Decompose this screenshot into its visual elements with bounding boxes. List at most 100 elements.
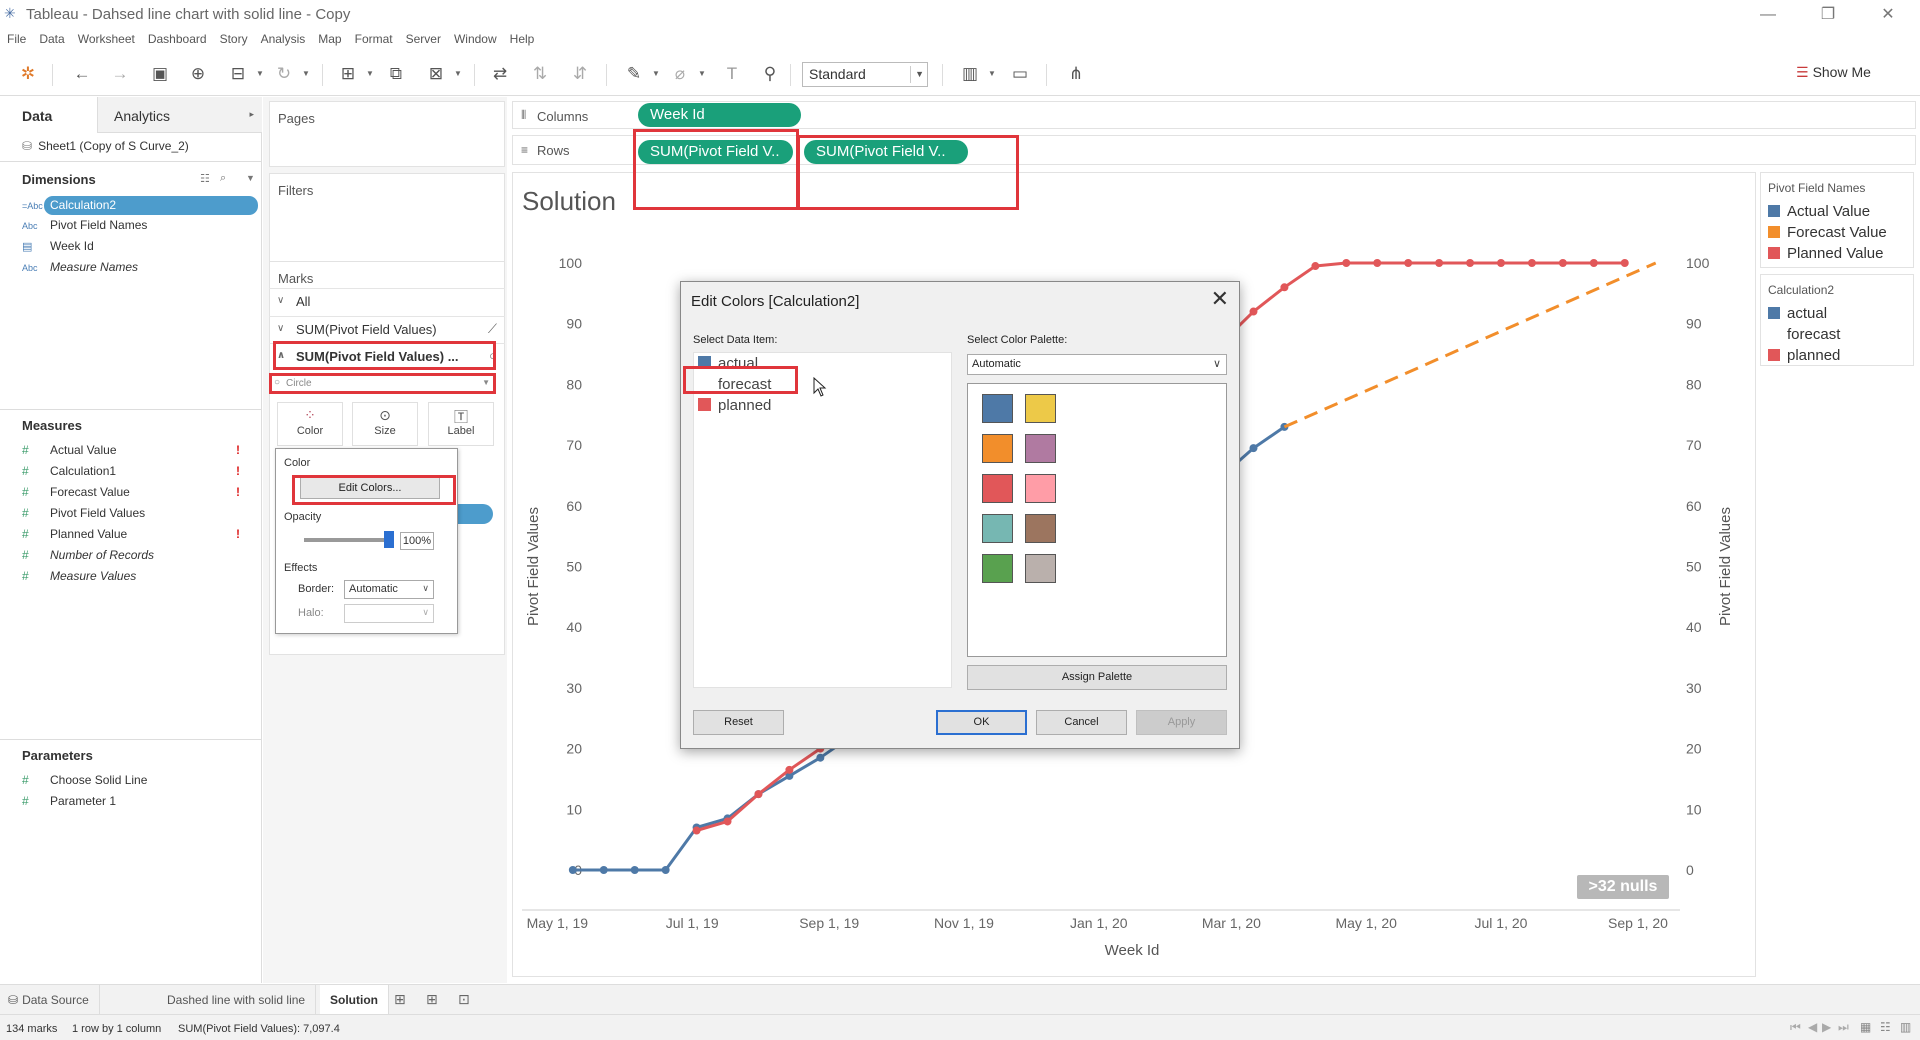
pause-dropdown-icon[interactable]: ▼ <box>256 62 266 86</box>
legend-item-forecast[interactable]: forecast <box>1768 326 1840 343</box>
swatch-1[interactable] <box>1025 394 1056 423</box>
menu-help[interactable]: Help <box>503 30 541 46</box>
fit-select[interactable]: Standard ▼ <box>802 62 928 87</box>
tab-data[interactable]: Data <box>0 97 98 133</box>
list-view-icon[interactable]: ☷ <box>1880 1020 1891 1034</box>
field-calculation2-selected[interactable]: Calculation2 <box>44 196 258 215</box>
swap-icon[interactable]: ⇄ <box>488 62 512 86</box>
param-choose-solid-line[interactable]: # Choose Solid Line <box>22 773 147 791</box>
labels-icon[interactable]: T <box>720 62 744 86</box>
pane-menu-icon[interactable]: ▸ <box>249 109 254 120</box>
swatch-2[interactable] <box>982 434 1013 463</box>
filmstrip-view-icon[interactable]: ▥ <box>1900 1020 1911 1034</box>
new-datasource-icon[interactable]: ⊕ <box>186 62 210 86</box>
legend-item-actual[interactable]: actual <box>1768 305 1827 322</box>
swatch-6[interactable] <box>982 514 1013 543</box>
nav-prev-icon[interactable]: ◀ <box>1808 1020 1817 1034</box>
field-measure-values[interactable]: # Measure Values <box>22 569 136 587</box>
highlight-dropdown-icon[interactable]: ▼ <box>652 62 662 86</box>
rows-pill-sum-2[interactable]: SUM(Pivot Field V.. <box>804 140 968 164</box>
new-dashboard-icon[interactable]: ⊞ <box>426 991 438 1008</box>
label-button[interactable]: 🅃 Label <box>428 402 494 446</box>
legend-item-actual-value[interactable]: Actual Value <box>1768 203 1870 220</box>
search-icon[interactable]: ⌕ <box>220 172 226 185</box>
menu-worksheet[interactable]: Worksheet <box>71 30 141 46</box>
duplicate-icon[interactable]: ⧉ <box>384 62 408 86</box>
marks-sum-row-1[interactable]: ∨ SUM(Pivot Field Values) ⟋ <box>269 316 505 342</box>
field-number-of-records[interactable]: # Number of Records <box>22 548 154 566</box>
clear-sheet-icon[interactable]: ⊠ <box>424 62 448 86</box>
size-button[interactable]: ⊙ Size <box>352 402 418 446</box>
field-pivot-field-values[interactable]: # Pivot Field Values <box>22 506 145 524</box>
datasource-item[interactable]: ⛁ Sheet1 (Copy of S Curve_2) <box>22 139 189 153</box>
swatch-9[interactable] <box>1025 554 1056 583</box>
menu-server[interactable]: Server <box>399 30 447 46</box>
opacity-input[interactable]: 100% <box>400 532 434 550</box>
field-week-id[interactable]: ▤ Week Id <box>22 239 94 257</box>
param-parameter-1[interactable]: # Parameter 1 <box>22 794 116 812</box>
close-icon[interactable]: ✕ <box>1868 2 1908 28</box>
palette-select[interactable]: Automatic ∨ <box>967 354 1227 375</box>
tab-data-source[interactable]: ⛁ Data Source <box>0 985 100 1014</box>
field-measure-names[interactable]: Abc Measure Names <box>22 260 138 278</box>
save-icon[interactable]: ▣ <box>148 62 172 86</box>
halo-select[interactable]: ∨ <box>344 604 434 623</box>
marks-sum-row-2[interactable]: ∧ SUM(Pivot Field Values) ... ○ <box>269 343 505 369</box>
edit-colors-button[interactable]: Edit Colors... <box>300 477 440 499</box>
opacity-slider[interactable] <box>304 531 394 548</box>
minimize-icon[interactable]: — <box>1748 2 1788 28</box>
cards-dropdown-icon[interactable]: ▼ <box>988 62 998 86</box>
reset-button[interactable]: Reset <box>693 710 784 735</box>
view-as-list-icon[interactable]: ☷ <box>200 172 210 185</box>
tab-analytics[interactable]: Analytics ▸ <box>98 97 262 132</box>
data-item-list[interactable]: actual forecast planned <box>693 352 952 688</box>
new-worksheet-icon[interactable]: ⊞ <box>394 991 406 1008</box>
menu-format[interactable]: Format <box>348 30 399 46</box>
tab-solution[interactable]: Solution <box>320 985 389 1014</box>
legend-item-forecast-value[interactable]: Forecast Value <box>1768 224 1887 241</box>
menu-window[interactable]: Window <box>447 30 503 46</box>
new-worksheet-dropdown-icon[interactable]: ▼ <box>366 62 376 86</box>
refresh-dropdown-icon[interactable]: ▼ <box>302 62 312 86</box>
swatch-4[interactable] <box>982 474 1013 503</box>
nav-first-icon[interactable]: ⏮ <box>1790 1020 1801 1035</box>
highlight-icon[interactable]: ✎ <box>622 62 646 86</box>
menu-dashboard[interactable]: Dashboard <box>141 30 213 46</box>
nulls-indicator[interactable]: >32 nulls <box>1577 875 1669 899</box>
dimensions-menu-icon[interactable]: ▼ <box>246 173 255 183</box>
apply-button[interactable]: Apply <box>1136 710 1227 735</box>
field-planned-value[interactable]: # Planned Value! <box>22 527 240 545</box>
pages-shelf[interactable]: Pages <box>269 101 505 167</box>
marks-all-row[interactable]: ∨ All <box>269 288 505 314</box>
assign-palette-button[interactable]: Assign Palette <box>967 665 1227 690</box>
nav-last-icon[interactable]: ⏭ <box>1838 1020 1849 1035</box>
border-select[interactable]: Automatic ∨ <box>344 580 434 599</box>
field-pivot-field-names[interactable]: Abc Pivot Field Names <box>22 218 147 236</box>
menu-data[interactable]: Data <box>32 30 70 46</box>
swatch-8[interactable] <box>982 554 1013 583</box>
legend-item-planned[interactable]: planned <box>1768 347 1840 364</box>
columns-pill-week-id[interactable]: Week Id <box>638 103 801 127</box>
presentation-icon[interactable]: ▭ <box>1008 62 1032 86</box>
tab-dashed-line-with-solid-line[interactable]: Dashed line with solid line <box>157 985 317 1014</box>
new-worksheet-icon[interactable]: ⊞ <box>336 62 360 86</box>
field-actual-value[interactable]: # Actual Value! <box>22 443 240 461</box>
grid-view-icon[interactable]: ▦ <box>1860 1020 1871 1034</box>
swatch-0[interactable] <box>982 394 1013 423</box>
cancel-button[interactable]: Cancel <box>1036 710 1127 735</box>
nav-next-icon[interactable]: ▶ <box>1822 1020 1831 1034</box>
share-icon[interactable]: ⋔ <box>1064 62 1088 86</box>
marks-pill-partial[interactable] <box>455 504 493 524</box>
undo-icon[interactable]: ← <box>70 62 94 86</box>
tableau-home-icon[interactable]: ✲ <box>16 62 40 86</box>
menu-story[interactable]: Story <box>213 30 254 46</box>
data-item-planned[interactable]: planned <box>698 397 771 414</box>
swatch-5[interactable] <box>1025 474 1056 503</box>
sort-descending-icon[interactable]: ⇵ <box>568 62 592 86</box>
show-me-button[interactable]: ☰ Show Me <box>1796 64 1871 81</box>
redo-icon[interactable]: → <box>108 62 132 86</box>
close-icon[interactable]: ✕ <box>1211 286 1229 312</box>
pause-updates-icon[interactable]: ⊟ <box>226 62 250 86</box>
swatch-3[interactable] <box>1025 434 1056 463</box>
swatch-7[interactable] <box>1025 514 1056 543</box>
